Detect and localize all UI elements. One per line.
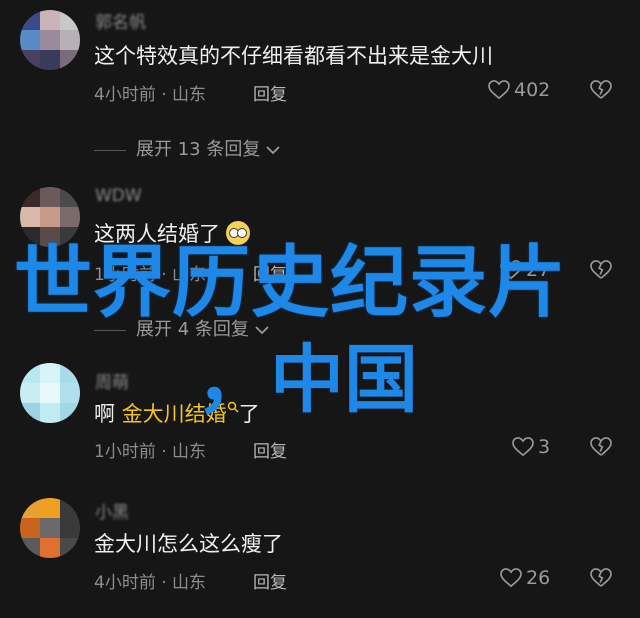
overlay-title: 世界历史纪录片 (14, 238, 568, 328)
comment-meta: 4小时前 · 山东 (94, 573, 207, 593)
avatar-pixel (60, 30, 80, 50)
comment-location: 山东 (172, 573, 207, 593)
avatar-pixel (20, 403, 40, 423)
avatar[interactable] (20, 10, 80, 70)
comment-text: 金大川怎么这么瘦了 (94, 532, 283, 556)
avatar-pixel (20, 30, 40, 50)
overlay-subtitle: ，中国 (196, 337, 418, 423)
avatar-pixel (40, 10, 60, 30)
avatar-pixel (60, 498, 80, 518)
like-count: 26 (526, 567, 551, 589)
reply-button[interactable]: 回复 (253, 80, 287, 105)
comment-location: 山东 (172, 85, 207, 105)
avatar-pixel (60, 10, 80, 30)
username[interactable]: 周萌 (95, 368, 129, 393)
avatar-pixel (60, 383, 80, 403)
avatar-pixel (20, 187, 40, 207)
avatar-pixel (20, 383, 40, 403)
like-button[interactable]: 402 (488, 79, 550, 101)
username[interactable]: WDW (95, 186, 142, 206)
avatar-pixel (40, 187, 60, 207)
broken-heart-icon (590, 437, 612, 456)
like-button[interactable]: 3 (512, 436, 550, 458)
comment-time: 4小时前 (94, 85, 156, 105)
avatar-pixel (40, 383, 60, 403)
avatar[interactable] (20, 498, 80, 558)
avatar-pixel (20, 518, 40, 538)
avatar-pixel (40, 403, 60, 423)
dislike-button[interactable] (590, 260, 612, 284)
dislike-button[interactable] (590, 568, 612, 592)
avatar-pixel (60, 50, 80, 70)
divider (94, 149, 126, 151)
broken-heart-icon (590, 80, 612, 99)
like-button[interactable]: 26 (500, 567, 550, 589)
avatar-pixel (20, 10, 40, 30)
username[interactable]: 小黑 (95, 498, 129, 523)
avatar-pixel (40, 538, 60, 558)
avatar-pixel (40, 363, 60, 383)
avatar-pixel (40, 518, 60, 538)
heart-icon (488, 80, 510, 100)
broken-heart-icon (590, 260, 612, 279)
reply-button[interactable]: 回复 (253, 437, 287, 462)
avatar-pixel (60, 363, 80, 383)
comment-meta: 4小时前 · 山东 (94, 85, 207, 105)
comment-time: 1小时前 (94, 442, 156, 462)
mention-name: 金大川 (121, 402, 185, 426)
dislike-button[interactable] (590, 80, 612, 104)
avatar[interactable] (20, 363, 80, 423)
reply-button[interactable]: 回复 (253, 568, 287, 593)
comment-location: 山东 (172, 442, 207, 462)
username[interactable]: 郭名帆 (95, 8, 146, 33)
avatar-pixel (20, 498, 40, 518)
avatar-pixel (20, 363, 40, 383)
expand-label: 展开 13 条回复 (136, 139, 261, 160)
avatar-pixel (60, 538, 80, 558)
avatar-pixel (40, 50, 60, 70)
dislike-button[interactable] (590, 437, 612, 461)
avatar-pixel (60, 403, 80, 423)
avatar-pixel (60, 518, 80, 538)
avatar-pixel (20, 538, 40, 558)
like-count: 3 (538, 436, 551, 458)
expand-replies[interactable]: 展开 13 条回复 (94, 135, 280, 161)
heart-icon (512, 437, 534, 457)
comment-meta: 1小时前 · 山东 (94, 442, 207, 462)
comment-text: 这个特效真的不仔细看都看不出来是金大川 (94, 44, 493, 68)
comment-time: 4小时前 (94, 573, 156, 593)
avatar-pixel (40, 30, 60, 50)
broken-heart-icon (590, 568, 612, 587)
avatar-pixel (60, 187, 80, 207)
avatar-pixel (20, 50, 40, 70)
chevron-down-icon (266, 146, 280, 155)
heart-icon (500, 568, 522, 588)
comment-text-prefix: 啊 (94, 402, 122, 426)
like-count: 402 (514, 79, 551, 101)
avatar-pixel (40, 498, 60, 518)
